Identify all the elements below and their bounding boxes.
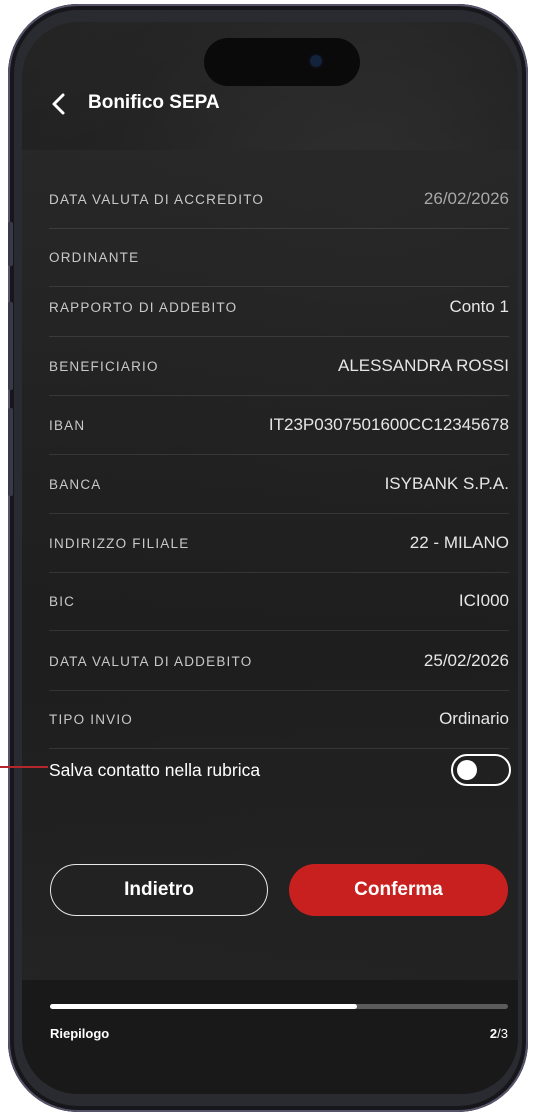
- detail-value: Conto 1: [449, 297, 509, 316]
- detail-label: DATA VALUTA DI ACCREDITO: [49, 191, 265, 207]
- detail-label: IBAN: [49, 417, 86, 433]
- detail-value: ISYBANK S.P.A.: [384, 474, 509, 493]
- detail-value: Ordinario: [439, 709, 509, 728]
- screen: Bonifico SEPA DATA VALUTA DI ACCREDITO 26…: [22, 22, 518, 1094]
- save-contact-label: Salva contatto nella rubrica: [49, 759, 261, 780]
- detail-value: 26/02/2026: [423, 189, 509, 208]
- detail-label: TIPO INVIO: [49, 711, 134, 727]
- detail-row: TIPO INVIO Ordinario: [49, 690, 509, 749]
- dynamic-island: [204, 38, 360, 86]
- detail-label: BIC: [49, 593, 76, 609]
- phone-side-button: [8, 222, 13, 266]
- progress-track: [50, 1004, 508, 1009]
- save-contact-row: Salva contatto nella rubrica: [49, 750, 511, 790]
- progress-fill: [50, 1004, 357, 1009]
- detail-label: DATA VALUTA DI ADDEBITO: [49, 653, 253, 669]
- detail-value: ALESSANDRA ROSSI: [337, 356, 509, 375]
- phone-side-button: [8, 302, 13, 390]
- detail-row: DATA VALUTA DI ADDEBITO 25/02/2026: [49, 632, 509, 691]
- detail-label: BENEFICIARIO: [49, 358, 159, 374]
- camera: [310, 55, 322, 67]
- detail-row: BANCA ISYBANK S.P.A.: [49, 455, 509, 514]
- page-title: Bonifico SEPA: [88, 92, 220, 113]
- detail-label: ORDINANTE: [49, 249, 140, 265]
- phone-side-button: [8, 408, 13, 496]
- detail-value: IT23P0307501600CC12345678: [268, 415, 509, 434]
- annotation-marker: [0, 766, 48, 768]
- step-total: /3: [497, 1026, 508, 1041]
- detail-row: INDIRIZZO FILIALE 22 - MILANO: [49, 514, 509, 573]
- detail-row: IBAN IT23P0307501600CC12345678: [49, 396, 509, 455]
- step-count: 2/3: [490, 1026, 508, 1041]
- detail-label: RAPPORTO DI ADDEBITO: [49, 299, 238, 315]
- detail-row: BENEFICIARIO ALESSANDRA ROSSI: [49, 337, 509, 396]
- save-contact-toggle[interactable]: [451, 754, 511, 786]
- chevron-left-icon[interactable]: [48, 92, 72, 116]
- detail-value: 22 - MILANO: [409, 533, 509, 552]
- detail-label: BANCA: [49, 476, 102, 492]
- detail-label: INDIRIZZO FILIALE: [49, 535, 190, 551]
- detail-row: DATA VALUTA DI ACCREDITO 26/02/2026: [49, 170, 509, 229]
- detail-row: RAPPORTO DI ADDEBITO Conto 1: [49, 278, 509, 337]
- progress-footer: Riepilogo 2/3: [22, 980, 518, 1094]
- confirm-button[interactable]: Conferma: [289, 864, 508, 916]
- detail-value: ICI000: [458, 591, 509, 610]
- summary-panel: DATA VALUTA DI ACCREDITO 26/02/2026 ORDINA…: [22, 150, 518, 980]
- header: Bonifico SEPA: [22, 84, 518, 124]
- detail-row: BIC ICI000: [49, 572, 509, 631]
- back-button[interactable]: Indietro: [50, 864, 268, 916]
- step-label: Riepilogo: [50, 1026, 110, 1041]
- toggle-knob: [457, 760, 477, 780]
- detail-value: 25/02/2026: [423, 651, 509, 670]
